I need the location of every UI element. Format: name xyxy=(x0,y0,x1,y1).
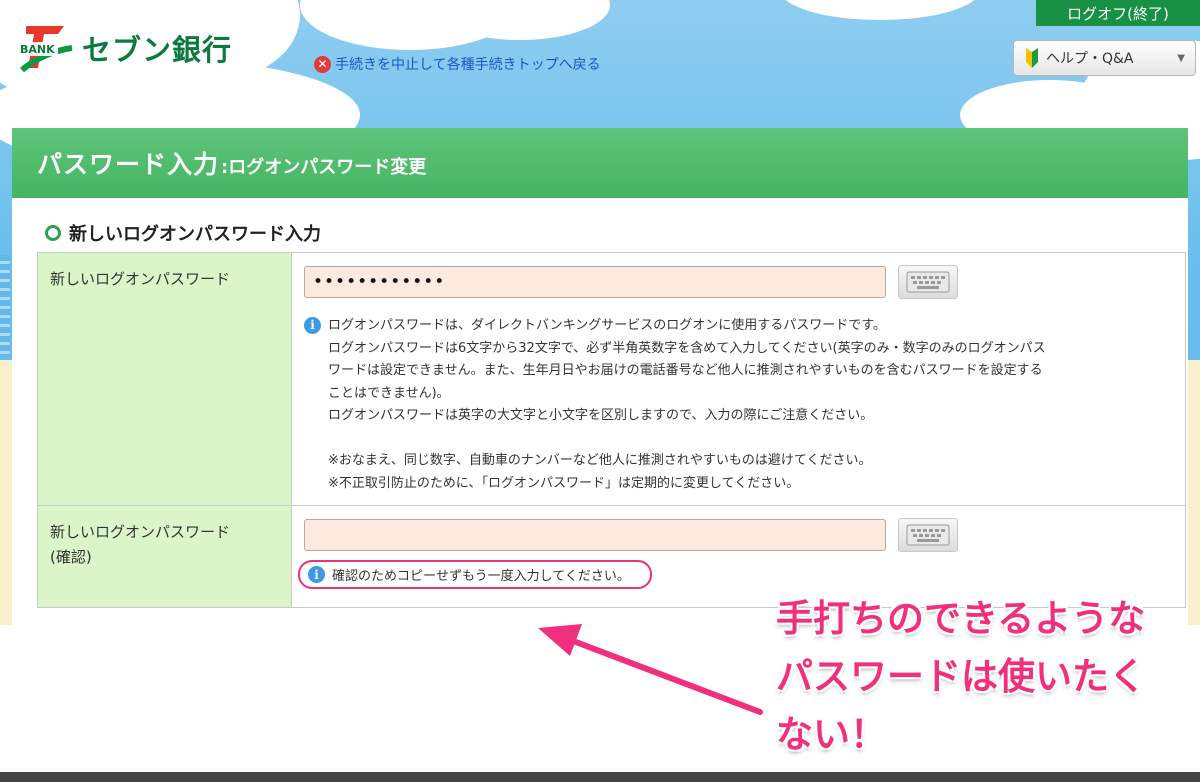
keyboard-icon xyxy=(906,524,950,546)
info-icon: i xyxy=(304,317,321,334)
confirm-password-input[interactable] xyxy=(304,519,886,551)
confirm-note-highlight: i 確認のためコピーせずもう一度入力してください。 xyxy=(298,560,652,589)
section-heading: 新しいログオンパスワード入力 xyxy=(45,220,321,246)
confirm-note-text: 確認のためコピーせずもう一度入力してください。 xyxy=(332,569,630,584)
page-title-bar: パスワード入力 :ログオンパスワード変更 xyxy=(12,128,1188,198)
annotation-line: ない！ xyxy=(776,713,887,756)
page-title: パスワード入力 xyxy=(37,150,220,179)
info-line: ことはできません)。 xyxy=(328,385,450,401)
table-row: 新しいログオンパスワード •••••••••••• i ログオンパスワードは、ダ… xyxy=(37,252,1186,506)
new-password-label: 新しいログオンパスワード xyxy=(37,252,292,506)
annotation-line: パスワードは使いたく xyxy=(776,655,1146,698)
password-form-table: 新しいログオンパスワード •••••••••••• i ログオンパスワードは、ダ… xyxy=(37,252,1186,608)
bottom-bar xyxy=(0,772,1200,782)
annotation-text: 手打ちのできるような パスワードは使いたく ない！ xyxy=(776,590,1146,764)
help-button-label: ヘルプ・Q&A xyxy=(1046,51,1134,67)
close-circle-icon: ✕ xyxy=(314,55,331,73)
chevron-down-icon: ▼ xyxy=(1177,52,1185,64)
new-password-cell: •••••••••••• i ログオンパスワードは、ダイレクトバンキングサービス… xyxy=(291,252,1186,506)
confirm-label-line1: 新しいログオンパスワード xyxy=(50,523,231,541)
info-line: ログオンパスワードは、ダイレクトバンキングサービスのログオンに使用するパスワード… xyxy=(328,318,886,333)
password-info: i ログオンパスワードは、ダイレクトバンキングサービスのログオンに使用するパスワ… xyxy=(304,315,1173,495)
cancel-procedure-link[interactable]: ✕ 手続きを中止して各種手続きトップへ戻る xyxy=(314,54,601,74)
seven-bank-logo-icon: BANK xyxy=(16,18,76,78)
software-keyboard-button[interactable] xyxy=(898,265,958,299)
confirm-label-line2: (確認) xyxy=(50,548,92,566)
info-line xyxy=(328,428,1046,451)
cancel-link-label: 手続きを中止して各種手続きトップへ戻る xyxy=(335,57,601,73)
new-password-input[interactable]: •••••••••••• xyxy=(304,266,886,298)
info-line: ワードは設定できません。また、生年月日やお届けの電話番号など他人に推測されやすい… xyxy=(328,363,1043,378)
bullet-ring-icon xyxy=(45,225,61,241)
confirm-password-label: 新しいログオンパスワード (確認) xyxy=(37,505,292,608)
info-icon: i xyxy=(308,566,325,583)
section-heading-text: 新しいログオンパスワード入力 xyxy=(69,224,321,245)
beginner-leaf-icon xyxy=(1026,48,1038,68)
info-line: ※おなまえ、同じ数字、自動車のナンバーなど他人に推測されやすいものは避けてくださ… xyxy=(328,453,872,468)
main-panel: パスワード入力 :ログオンパスワード変更 新しいログオンパスワード入力 新しいロ… xyxy=(12,128,1188,625)
info-line: ※不正取引防止のために、「ログオンパスワード」は定期的に変更してください。 xyxy=(328,475,800,491)
logo-text: セブン銀行 xyxy=(82,33,233,67)
annotation-arrow-icon xyxy=(538,624,763,715)
seven-bank-logo[interactable]: BANK セブン銀行 xyxy=(16,18,232,78)
annotation-line: 手打ちのできるような xyxy=(776,597,1146,640)
page-subtitle: :ログオンパスワード変更 xyxy=(221,157,427,178)
logout-button[interactable]: ログオフ(終了) xyxy=(1036,0,1200,26)
info-line: ログオンパスワードは英字の大文字と小文字を区別しますので、入力の際にご注意くださ… xyxy=(328,408,874,423)
help-qa-dropdown[interactable]: ヘルプ・Q&A ▼ xyxy=(1013,40,1196,76)
software-keyboard-button[interactable] xyxy=(898,518,958,552)
logo-badge-text: BANK xyxy=(20,43,55,56)
keyboard-icon xyxy=(906,271,950,293)
info-line: ログオンパスワードは6文字から32文字で、必ず半角英数字を含めて入力してください… xyxy=(328,340,1046,356)
